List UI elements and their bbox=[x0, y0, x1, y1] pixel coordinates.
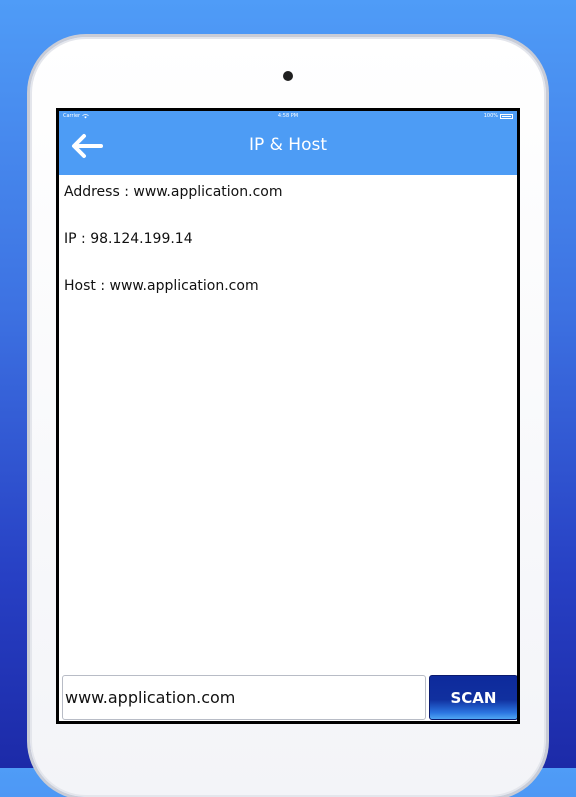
address-result: Address : www.application.com bbox=[64, 184, 283, 200]
status-time: 4:58 PM bbox=[277, 113, 299, 119]
app-screen: Carrier 4:58 PM 100% IP & Host Address :… bbox=[56, 108, 520, 724]
host-input[interactable] bbox=[62, 675, 426, 720]
navigation-bar: Carrier 4:58 PM 100% IP & Host bbox=[59, 111, 517, 175]
page-title: IP & Host bbox=[248, 135, 328, 155]
camera-dot bbox=[283, 71, 293, 81]
battery-percent: 100% bbox=[483, 113, 498, 119]
scan-button[interactable]: SCAN bbox=[429, 675, 517, 720]
ip-result: IP : 98.124.199.14 bbox=[64, 231, 193, 247]
battery-icon bbox=[500, 113, 513, 119]
status-bar: Carrier 4:58 PM 100% bbox=[59, 111, 517, 123]
status-right: 100% bbox=[484, 113, 513, 119]
host-result: Host : www.application.com bbox=[64, 278, 259, 294]
